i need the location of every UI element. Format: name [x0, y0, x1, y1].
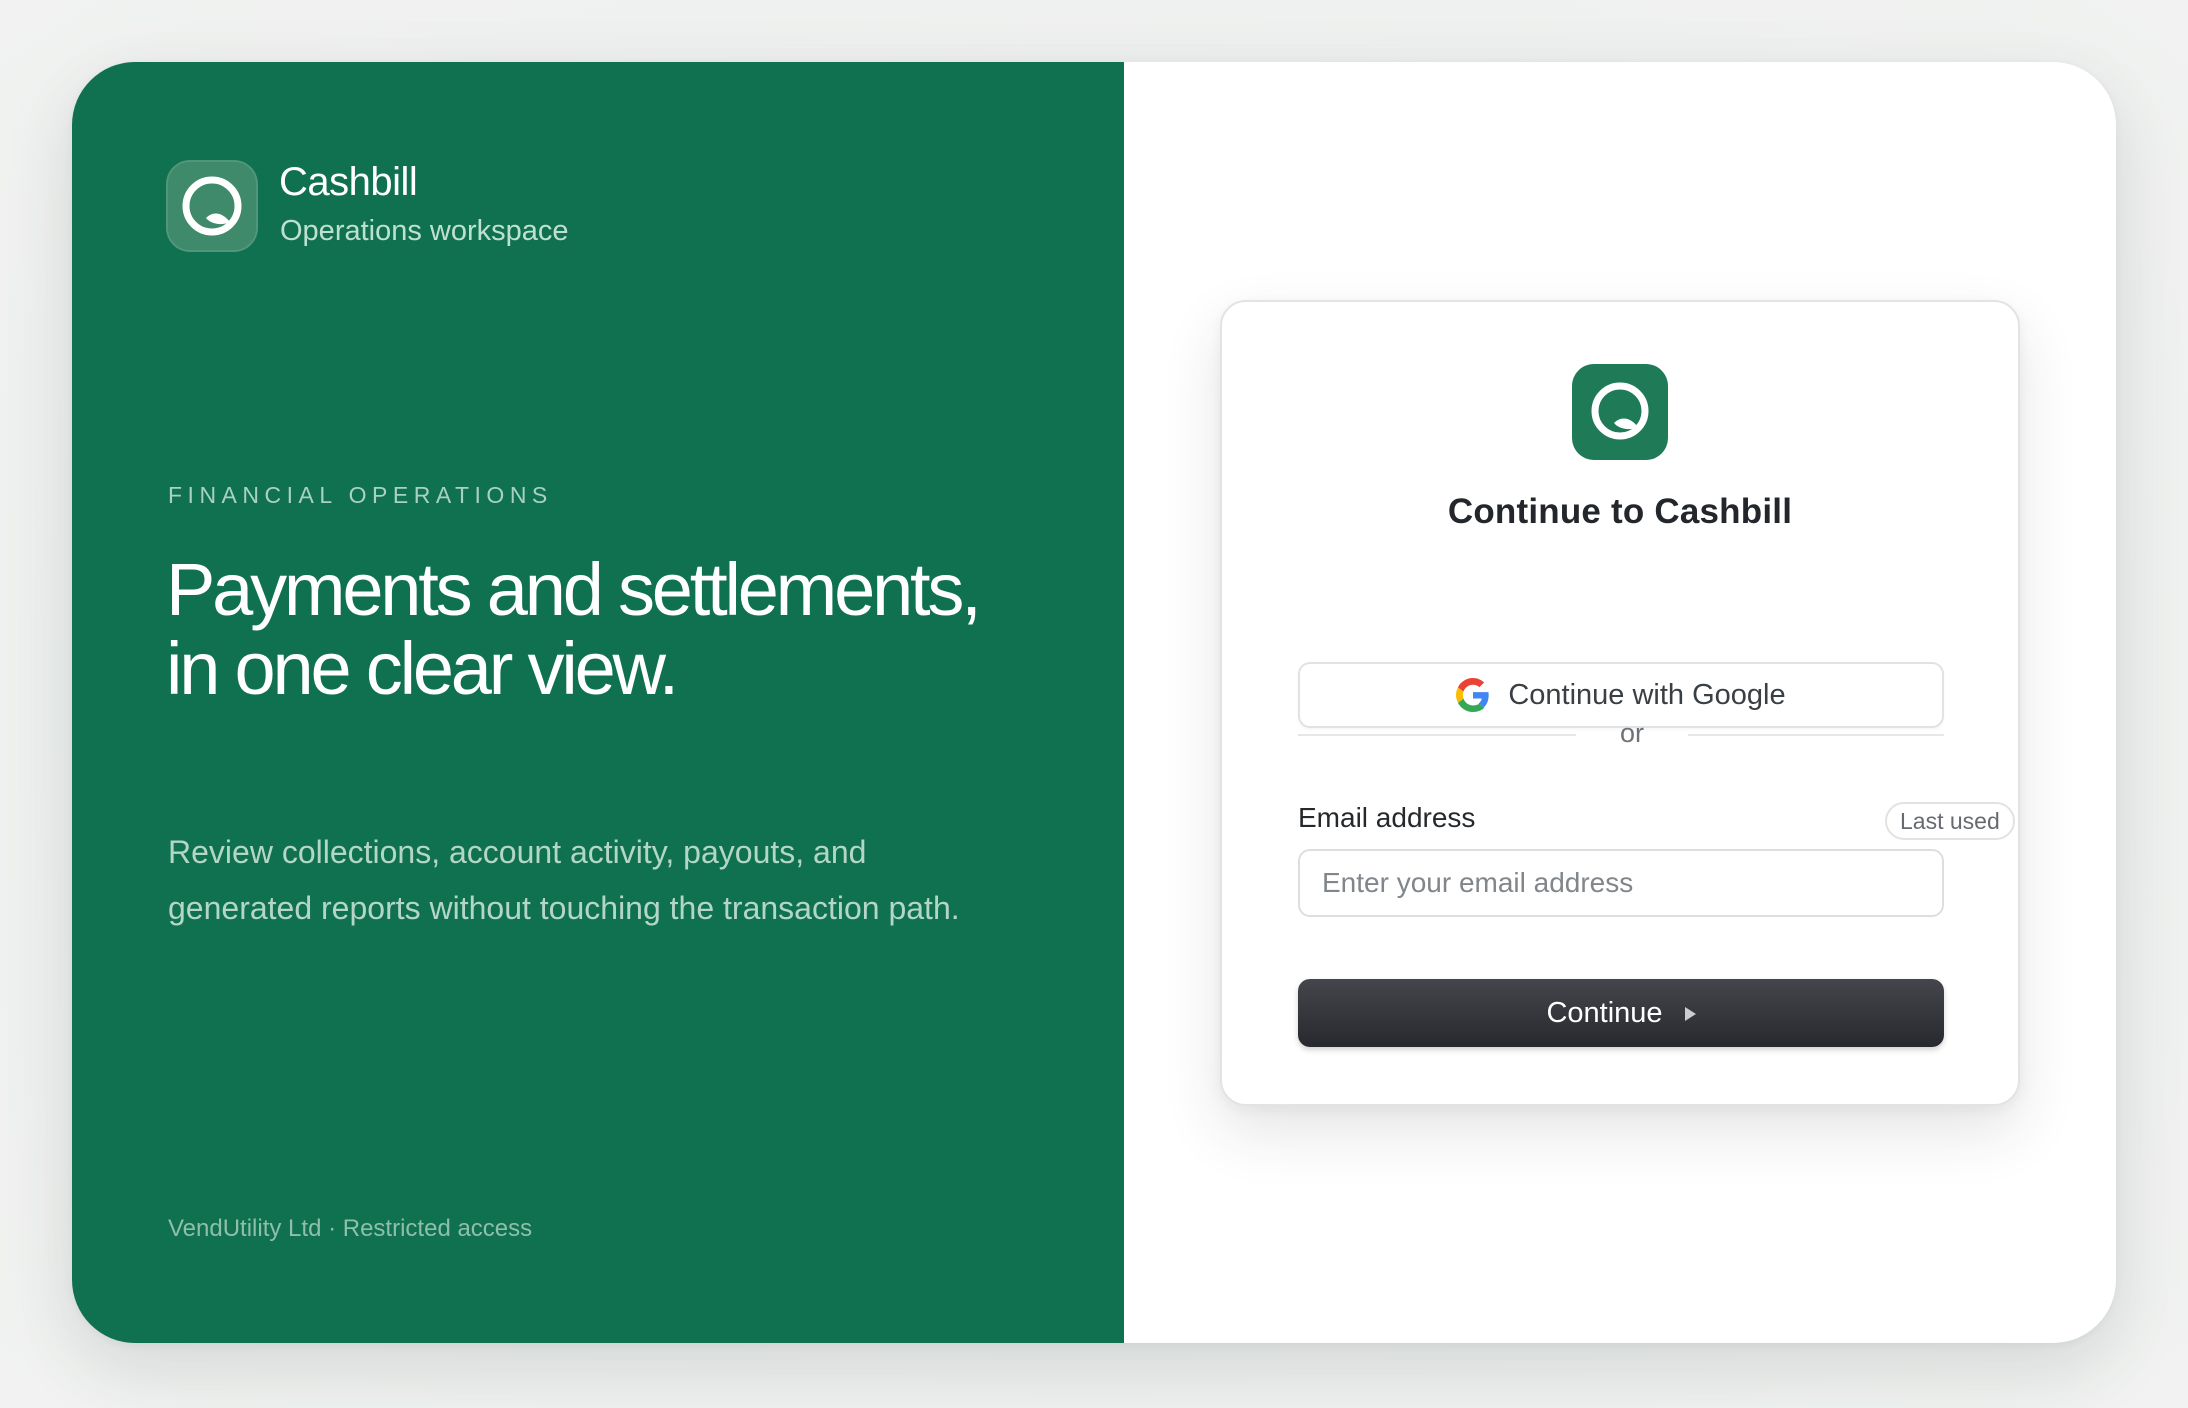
last-used-badge: Last used: [1885, 802, 2015, 840]
hero-headline: Payments and settlements, in one clear v…: [166, 548, 982, 710]
email-label: Email address: [1298, 802, 1476, 833]
brand-panel: Cashbill Operations workspace FINANCIAL …: [72, 62, 1124, 1343]
login-window: Cashbill Operations workspace FINANCIAL …: [72, 62, 2116, 1343]
email-input[interactable]: [1298, 849, 1944, 917]
footer-note: VendUtility Ltd · Restricted access: [168, 1215, 533, 1242]
cashbill-logo-icon: [166, 160, 258, 252]
hero-eyebrow: FINANCIAL OPERATIONS: [168, 482, 553, 508]
google-g-icon: [1456, 678, 1489, 712]
divider-line: [1298, 734, 1576, 736]
divider-line: [1688, 734, 1944, 736]
continue-button[interactable]: Continue: [1298, 979, 1944, 1047]
google-button-label: Continue with Google: [1508, 678, 1786, 711]
login-title: Continue to Cashbill: [1447, 492, 1793, 531]
divider-or: or: [1619, 718, 1644, 748]
cashbill-logo-icon: [1572, 364, 1668, 460]
play-arrow-icon: [1684, 1006, 1696, 1021]
login-card: Continue to Cashbill Continue with Googl…: [1220, 300, 2020, 1106]
brand-name: Cashbill: [279, 160, 418, 204]
continue-button-label: Continue: [1546, 996, 1663, 1029]
brand-subtitle: Operations workspace: [280, 215, 569, 247]
hero-description: Review collections, account activity, pa…: [168, 834, 960, 926]
